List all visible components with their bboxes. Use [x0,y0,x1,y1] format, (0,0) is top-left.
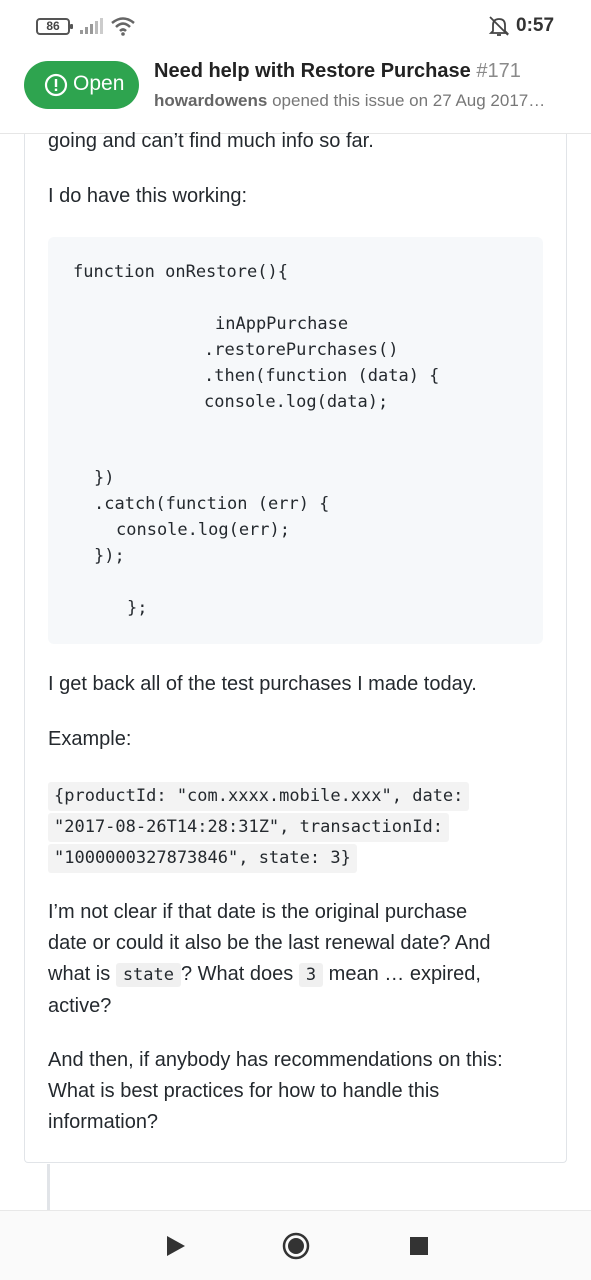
code-line: function onRestore(){ [73,262,288,282]
issue-number: #171 [476,60,521,82]
timeline-line [47,1164,50,1210]
inline-code-json: "1000000327873846", state: 3} [48,844,357,873]
issue-state-label: Open [73,72,125,95]
text-line: active? [48,995,112,1017]
text-line: And then, if anybody has recommendations… [48,1049,503,1071]
comment-paragraph: I’m not clear if that date is the origin… [48,897,548,1022]
text-line: information? [48,1111,159,1133]
code-line: console.log(err); [116,520,290,540]
text-line: I’m not clear if that date is the origin… [48,901,468,923]
code-line: console.log(data); [204,392,389,412]
comment-paragraph: I do have this working: [48,185,247,207]
inline-code-json: {productId: "com.xxxx.mobile.xxx", date: [48,782,470,811]
text-line: date or could it also be the last renewa… [48,932,491,954]
signal-icon [80,18,103,34]
issue-state-badge[interactable]: Open [24,61,139,109]
comment-paragraph: Example: [48,728,132,750]
text-span: mean … expired, [328,963,481,985]
code-line: inAppPurchase [215,314,349,334]
issue-title: Need help with Restore Purchase #171 [154,60,574,83]
code-line: .catch(function (err) { [94,494,330,514]
code-line: .restorePurchases() [204,340,399,360]
wifi-icon [111,17,135,36]
issue-title-text: Need help with Restore Purchase [154,60,471,82]
text-line: what is state? What does 3 mean … expire… [48,959,548,991]
code-line: }; [127,598,148,618]
inline-code-state: state [115,963,181,987]
code-line: }); [94,546,125,566]
recents-icon[interactable] [404,1231,434,1261]
code-line: .then(function (data) { [204,366,440,386]
issue-meta: howardowens opened this issue on 27 Aug … [154,91,574,111]
inline-code-value: 3 [298,963,324,987]
clock: 0:57 [516,15,555,36]
text-span: ? What does [181,963,294,985]
issue-author[interactable]: howardowens [154,91,267,110]
home-icon[interactable] [281,1231,311,1261]
status-bar: 86 0:57 [0,0,591,54]
code-line: }) [94,468,115,488]
battery-level: 86 [46,19,60,33]
code-block: function onRestore(){ inAppPurchase .res… [48,237,543,644]
inline-code-json: "2017-08-26T14:28:31Z", transactionId: [48,813,449,842]
issue-meta-text: opened this issue on 27 Aug 2017… [272,91,546,110]
comment-paragraph: I get back all of the test purchases I m… [48,673,477,695]
battery-icon: 86 [36,18,73,35]
issue-open-icon [44,73,68,97]
text-span: what is [48,963,111,985]
comment-paragraph: And then, if anybody has recommendations… [48,1045,548,1138]
issue-header: Open Need help with Restore Purchase #17… [0,54,591,134]
comment-paragraph: going and can’t find much info so far. [48,130,374,152]
navigation-bar [0,1210,591,1280]
text-line: What is best practices for how to handle… [48,1080,440,1102]
back-icon[interactable] [160,1231,190,1261]
alarm-off-icon [488,16,510,36]
